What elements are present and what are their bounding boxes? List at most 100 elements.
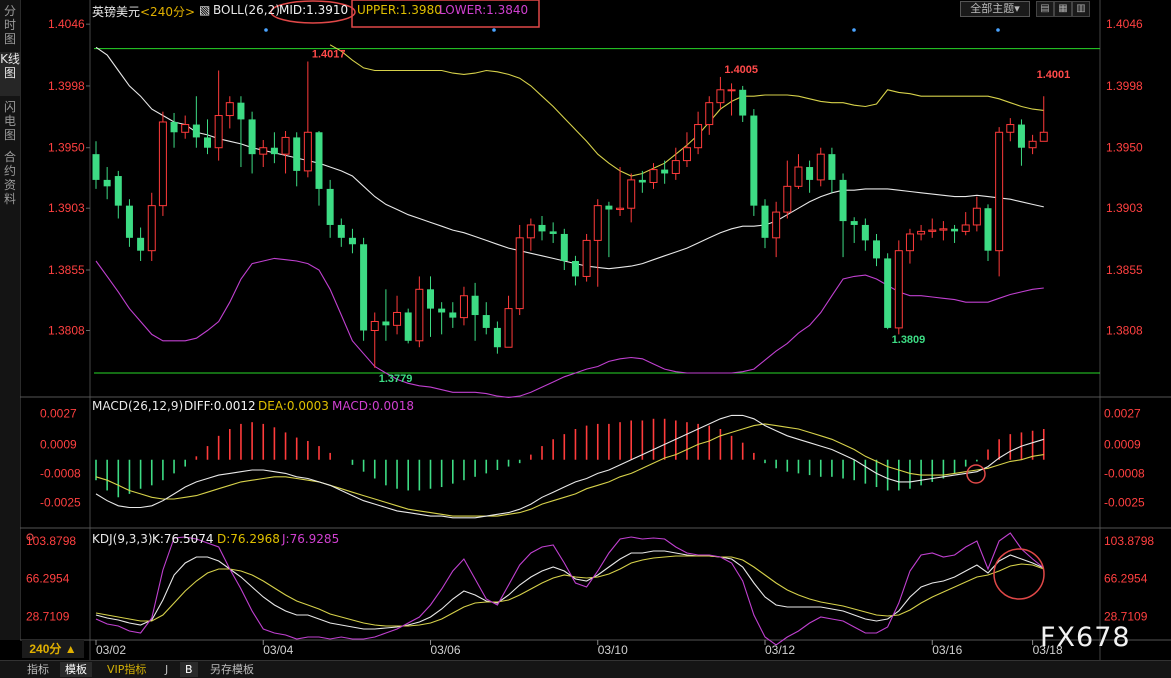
candle-body [393, 311, 402, 326]
grid-icon[interactable]: ▥ [1072, 1, 1090, 17]
tab-b[interactable]: B [180, 662, 198, 677]
candle-up [961, 212, 970, 236]
candle-body [761, 205, 769, 238]
candle-up [894, 240, 903, 335]
kdj-axis-tick-left: 28.7109 [26, 609, 70, 623]
theme-select-value: 全部主题 [970, 3, 1015, 15]
candle-up [504, 295, 513, 348]
candle-up [281, 130, 290, 174]
macd-highlight-circle [966, 464, 986, 484]
layout-icon[interactable]: ▦ [1054, 1, 1072, 17]
candle-body [158, 121, 167, 207]
candle-down [861, 218, 869, 251]
candle-up [158, 111, 167, 216]
candle-body [281, 136, 290, 155]
candle-body [248, 119, 256, 155]
candle-up [393, 295, 402, 335]
candle-body [928, 229, 937, 232]
period-button[interactable]: 240分 ▲ [22, 640, 84, 658]
candle-down [438, 302, 446, 335]
candle-body [1028, 140, 1037, 149]
candle-down [248, 111, 256, 174]
candle-body [337, 224, 345, 238]
price-annotation: 1.4001 [1037, 69, 1071, 81]
candle-up [259, 140, 268, 168]
macd-legend-item: DIFF:0.0012 [184, 399, 256, 413]
candle-down [137, 227, 145, 261]
candle-up [1006, 118, 1015, 142]
candle-down [605, 201, 613, 258]
candle-body [727, 89, 736, 92]
candle-body [861, 224, 869, 241]
macd-axis-tick-right: -0.0008 [1104, 466, 1145, 480]
candle-down [739, 85, 747, 122]
price-axis-tick-left: 1.4046 [48, 17, 85, 31]
symbol-name: 英镑美元 [92, 5, 141, 19]
candle-down [315, 130, 323, 206]
tab-save-template[interactable]: 另存模板 [205, 662, 259, 677]
candle-body [694, 124, 703, 149]
candle-up [582, 233, 591, 282]
candle-body [114, 176, 122, 206]
tab-vip-indicator[interactable]: VIP指标 [102, 662, 151, 677]
candle-body [427, 289, 434, 309]
candle-body [493, 327, 501, 348]
candle-up [1039, 96, 1048, 142]
candle-body [816, 153, 825, 181]
candle-body [404, 312, 412, 341]
candle-body [951, 228, 959, 232]
settings-icon[interactable]: ▤ [1036, 1, 1054, 17]
theme-select[interactable]: 全部主题▾ [960, 1, 1030, 17]
candle-body [582, 239, 591, 277]
candle-down [560, 228, 568, 270]
macd-dea-line [95, 423, 1044, 517]
candle-up [459, 286, 468, 326]
candle-up [526, 218, 535, 251]
candle-up [727, 83, 736, 116]
candle-up [939, 221, 948, 241]
event-marker [264, 28, 268, 32]
candle-body [270, 147, 278, 155]
price-annotation: 1.4017 [312, 48, 346, 60]
candle-up [794, 154, 803, 189]
candle-up [303, 61, 312, 178]
candle-down [348, 228, 356, 254]
kdj-highlight-circle [993, 548, 1045, 600]
macd-axis-tick-left: 0.0027 [40, 407, 77, 421]
candle-body [995, 131, 1004, 252]
price-annotation: 1.3779 [379, 373, 413, 385]
candle-body [360, 244, 368, 331]
candle-up [370, 312, 379, 368]
candle-body [471, 295, 479, 316]
candle-body [415, 288, 424, 342]
candle-up [225, 96, 234, 129]
candle-body [984, 208, 992, 251]
candle-down [549, 222, 557, 243]
candle-up [616, 167, 625, 216]
candle-down [326, 179, 334, 238]
candle-body [225, 102, 234, 117]
tab-j[interactable]: J [160, 662, 173, 677]
candle-down [884, 253, 892, 330]
candle-down [125, 199, 133, 247]
candle-body [961, 224, 970, 232]
candle-down [192, 96, 200, 148]
candle-body [739, 89, 747, 116]
macd-axis-tick-right: 0.0009 [1104, 437, 1141, 451]
kdj-j-line [95, 532, 1045, 646]
candle-up [214, 70, 223, 161]
candle-body [671, 160, 680, 174]
candle-down [471, 282, 479, 341]
candle-body [593, 205, 602, 241]
tab-indicator[interactable]: 指标 [22, 662, 54, 677]
candle-down [360, 237, 368, 341]
tab-template[interactable]: 模板 [60, 662, 92, 677]
chart-canvas[interactable]: 1.4046 1.4046 1.3998 1.3998 1.3950 1.3950 1.39… [0, 0, 1171, 660]
candle-body [638, 179, 646, 183]
candle-body [828, 154, 836, 180]
boll-mid-label: MID:1.3910 [279, 3, 349, 17]
candle-down [114, 170, 122, 219]
candle-down [92, 141, 100, 189]
candle-down [828, 147, 836, 193]
candle-down [571, 255, 579, 286]
